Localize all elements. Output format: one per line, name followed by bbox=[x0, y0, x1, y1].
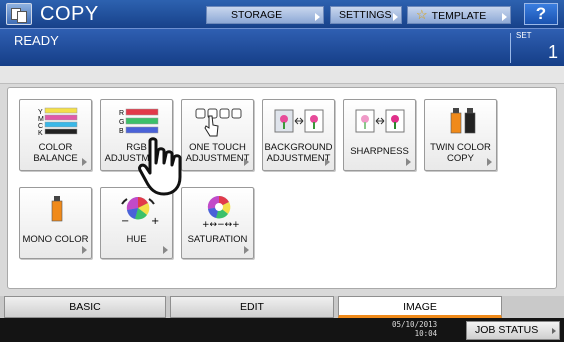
mono-color-button[interactable]: MONO COLOR bbox=[19, 187, 92, 259]
corner-arrow-icon bbox=[82, 246, 87, 254]
background-label-2: ADJUSTMENT bbox=[266, 153, 331, 164]
sharpness-label: SHARPNESS bbox=[350, 146, 409, 157]
set-label: SET bbox=[516, 31, 532, 40]
time-text: 10:04 bbox=[414, 329, 438, 338]
color-balance-label-2: BALANCE bbox=[33, 153, 78, 164]
corner-arrow-icon bbox=[244, 158, 249, 166]
black-letter: K bbox=[38, 130, 43, 137]
image-function-panel: Y M C K COLOR BALANCE R G B RGB ADJUSTME… bbox=[7, 87, 557, 289]
storage-label: STORAGE bbox=[231, 9, 283, 21]
mono-color-icon bbox=[20, 194, 91, 228]
sharpness-button[interactable]: SHARPNESS bbox=[343, 99, 416, 171]
one-touch-label-2: ADJUSTMENT bbox=[185, 153, 250, 164]
template-button[interactable]: ☆ TEMPLATE bbox=[407, 6, 511, 24]
info-strip bbox=[0, 66, 564, 84]
set-divider bbox=[510, 33, 511, 63]
date-text: 05/10/2013 bbox=[392, 320, 438, 329]
yellow-letter: Y bbox=[38, 109, 43, 116]
job-status-button[interactable]: JOB STATUS bbox=[466, 321, 560, 340]
cyan-letter: C bbox=[38, 123, 43, 130]
tab-bar: BASIC EDIT IMAGE bbox=[0, 296, 564, 318]
corner-arrow-icon bbox=[163, 246, 168, 254]
red-letter: R bbox=[119, 110, 124, 117]
color-balance-button[interactable]: Y M C K COLOR BALANCE bbox=[19, 99, 92, 171]
hue-button[interactable]: − + HUE bbox=[100, 187, 173, 259]
template-label: TEMPLATE bbox=[431, 10, 487, 22]
status-message: READY bbox=[14, 33, 59, 48]
background-adjustment-button[interactable]: BACKGROUND ADJUSTMENT bbox=[262, 99, 335, 171]
tab-edit[interactable]: EDIT bbox=[170, 296, 334, 318]
twin-color-copy-button[interactable]: TWIN COLOR COPY bbox=[424, 99, 497, 171]
corner-arrow-icon bbox=[487, 158, 492, 166]
twin-color-icon bbox=[425, 106, 496, 140]
date-time-display: 05/10/2013 10:04 bbox=[392, 320, 437, 338]
chevron-right-icon bbox=[315, 13, 320, 21]
saturation-label: SATURATION bbox=[187, 234, 248, 245]
color-balance-icon: Y M C K bbox=[20, 106, 91, 140]
chevron-right-icon bbox=[502, 13, 507, 21]
hue-icon: − + bbox=[101, 194, 172, 228]
app-title: COPY bbox=[40, 3, 99, 25]
green-letter: G bbox=[119, 119, 124, 126]
color-balance-label-1: COLOR bbox=[38, 142, 73, 153]
job-status-label: JOB STATUS bbox=[475, 324, 539, 336]
twin-color-label-2: COPY bbox=[447, 153, 474, 164]
top-bar: COPY STORAGE SETTINGS ☆ TEMPLATE ? bbox=[0, 0, 564, 28]
one-touch-icon bbox=[182, 106, 253, 140]
storage-button[interactable]: STORAGE bbox=[206, 6, 324, 24]
one-touch-adjustment-button[interactable]: ONE TOUCH ADJUSTMENT bbox=[181, 99, 254, 171]
mono-color-label: MONO COLOR bbox=[22, 234, 89, 245]
corner-arrow-icon bbox=[325, 158, 330, 166]
saturation-button[interactable]: +↔−↔+ SATURATION bbox=[181, 187, 254, 259]
hue-label: HUE bbox=[126, 234, 147, 245]
saturation-icon: +↔−↔+ bbox=[182, 194, 253, 230]
star-icon: ☆ bbox=[416, 7, 428, 22]
blue-letter: B bbox=[119, 128, 124, 135]
settings-label: SETTINGS bbox=[339, 9, 392, 21]
status-bar: READY SET 1 bbox=[0, 28, 564, 66]
corner-arrow-icon bbox=[82, 158, 87, 166]
copy-screen: COPY STORAGE SETTINGS ☆ TEMPLATE ? READY … bbox=[0, 0, 564, 342]
twin-color-label-1: TWIN COLOR bbox=[430, 142, 491, 153]
chevron-right-icon bbox=[552, 328, 556, 334]
chevron-right-icon bbox=[393, 13, 398, 21]
one-touch-label-1: ONE TOUCH bbox=[189, 142, 246, 153]
background-icon bbox=[263, 106, 334, 140]
tab-basic[interactable]: BASIC bbox=[4, 296, 166, 318]
footer-bar: 05/10/2013 10:04 JOB STATUS bbox=[0, 318, 564, 342]
set-count: 1 bbox=[547, 42, 558, 62]
magenta-letter: M bbox=[38, 116, 44, 123]
corner-arrow-icon bbox=[244, 246, 249, 254]
settings-button[interactable]: SETTINGS bbox=[330, 6, 402, 24]
tab-image[interactable]: IMAGE bbox=[338, 296, 502, 318]
corner-arrow-icon bbox=[406, 158, 411, 166]
help-button[interactable]: ? bbox=[524, 3, 558, 25]
copy-app-icon bbox=[6, 3, 32, 25]
background-label-1: BACKGROUND bbox=[264, 142, 333, 153]
svg-text:−: − bbox=[121, 216, 129, 227]
svg-text:+: + bbox=[151, 216, 159, 227]
sharpness-icon bbox=[344, 106, 415, 140]
pointing-hand-icon bbox=[138, 137, 182, 196]
svg-text:+↔−↔+: +↔−↔+ bbox=[202, 220, 240, 228]
rgb-adjustment-icon: R G B bbox=[101, 106, 172, 140]
